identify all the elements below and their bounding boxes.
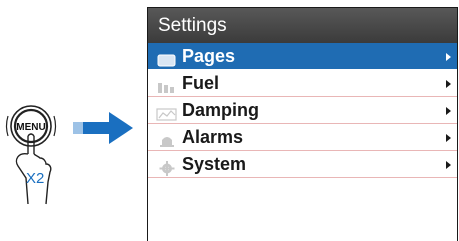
settings-title: Settings <box>148 8 457 43</box>
menu-press-illustration: MENU <box>0 92 80 212</box>
menu-item-damping[interactable]: Damping <box>148 97 457 124</box>
chevron-right-icon <box>446 80 451 88</box>
chevron-right-icon <box>446 134 451 142</box>
menu-item-pages[interactable]: Pages <box>148 43 457 70</box>
menu-item-label: Damping <box>182 100 260 120</box>
menu-item-label: Fuel <box>182 73 220 93</box>
alarm-bell-icon <box>156 130 178 147</box>
menu-item-label: Pages <box>182 46 236 66</box>
hand-pressing-icon: MENU <box>5 105 57 205</box>
menu-item-fuel[interactable]: Fuel <box>148 70 457 97</box>
menu-item-system[interactable]: System <box>148 151 457 178</box>
damping-icon <box>156 103 178 121</box>
press-count-label: X2 <box>26 170 45 187</box>
chevron-right-icon <box>446 161 451 169</box>
chevron-right-icon <box>446 53 451 61</box>
menu-button-text: MENU <box>16 122 45 133</box>
chevron-right-icon <box>446 107 451 115</box>
settings-screen: Settings Pages Fuel Damping Alarms Syste… <box>147 7 458 241</box>
menu-item-alarms[interactable]: Alarms <box>148 124 457 151</box>
system-gear-icon <box>156 157 178 176</box>
fuel-icon <box>156 76 178 93</box>
menu-item-label: System <box>182 154 247 174</box>
pages-icon <box>156 49 178 67</box>
arrow-right-icon <box>73 108 138 148</box>
menu-item-label: Alarms <box>182 127 244 147</box>
